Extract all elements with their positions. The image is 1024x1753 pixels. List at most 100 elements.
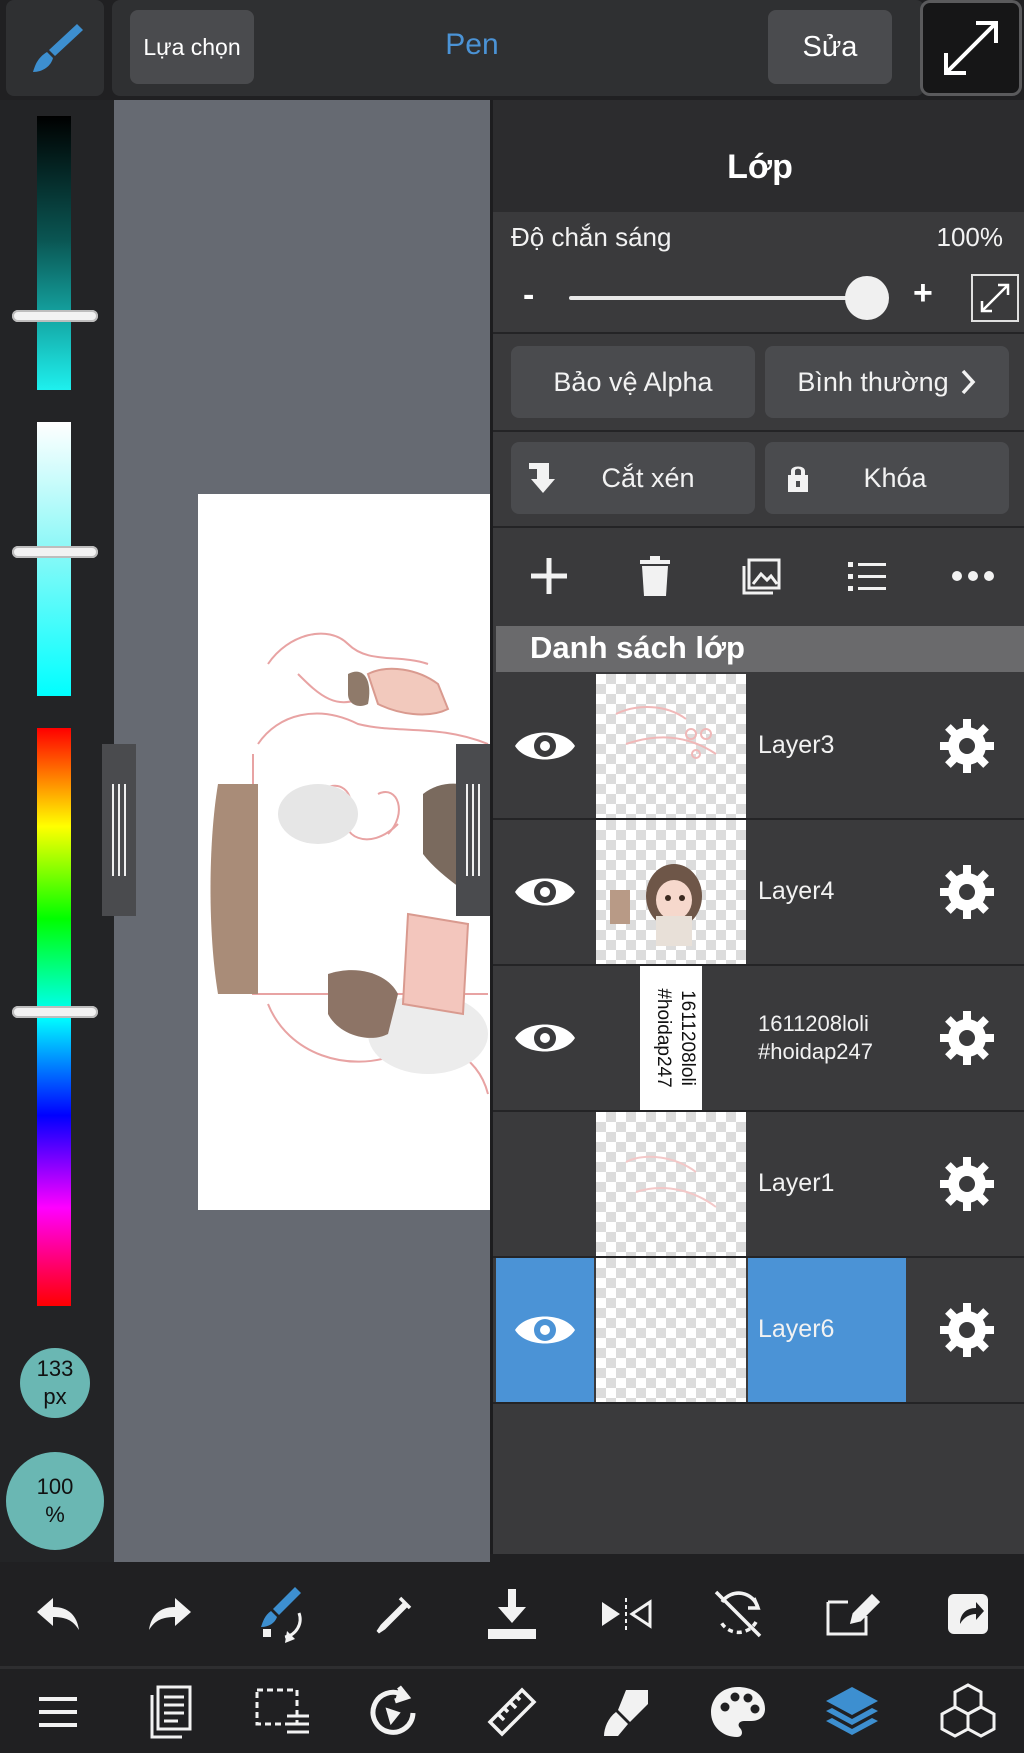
layer-row-layer4[interactable]: Layer4 [496,820,1024,964]
eye-icon [515,1316,575,1344]
eye-icon [515,1024,575,1052]
canvas-edit-icon [826,1593,880,1636]
clipping-arrow-icon [529,463,555,493]
delete-layer-button[interactable] [615,536,695,616]
layer-row-layer1[interactable]: Layer1 [496,1112,1024,1256]
edit-button[interactable]: Sửa [768,10,892,84]
current-tool-name[interactable]: Pen [412,28,532,62]
layers-button-active[interactable] [812,1672,892,1752]
more-options-button[interactable] [933,536,1013,616]
edit-label: Sửa [802,30,858,63]
fill-tool-button[interactable] [586,1672,666,1752]
clipping-label: Cắt xén [601,462,695,493]
opacity-plus-button[interactable]: + [913,274,933,313]
materials-button[interactable] [928,1672,1008,1752]
layer-list-header-label: Danh sách lớp [530,630,745,665]
gear-icon [939,719,994,773]
right-panel-drag-handle[interactable] [456,744,490,916]
download-icon [488,1589,536,1639]
pages-button[interactable] [130,1672,210,1752]
hamburger-menu-icon [39,1697,77,1727]
layer-row-layer3[interactable]: Layer3 [496,674,1024,818]
brush-size-indicator[interactable]: 133 px [20,1348,90,1418]
layer3-thumbnail-art [615,706,717,759]
layer-visibility-toggle[interactable] [496,1112,594,1256]
layer-row-layer6-selected[interactable]: Layer6 [496,1258,1024,1402]
layer-image-button[interactable] [721,536,801,616]
opacity-slider-track[interactable] [569,296,869,300]
hue-slider-handle[interactable] [12,1006,98,1018]
lock-button[interactable]: Khóa [765,442,1009,514]
undo-icon [37,1598,79,1630]
layer-settings-button[interactable] [906,966,1024,1110]
layer-settings-button[interactable] [906,1112,1024,1256]
layer4-thumbnail-art [610,864,702,946]
clipping-button[interactable]: Cắt xén [511,442,755,514]
layer-name: Layer6 [758,1315,835,1343]
select-button[interactable]: Lựa chọn [130,10,254,84]
brush-opacity-indicator[interactable]: 100 % [6,1452,104,1550]
blend-mode-button[interactable]: Bình thường [765,346,1009,418]
saturation-slider[interactable] [37,422,71,696]
opacity-minus-button[interactable]: - [523,276,534,315]
canvas-area[interactable] [102,100,498,1562]
color-palette-button[interactable] [698,1672,778,1752]
left-panel-drag-handle[interactable] [102,744,136,916]
expand-icon [944,21,998,75]
layer-visibility-toggle[interactable] [496,820,594,964]
add-layer-button[interactable] [509,536,589,616]
divider [493,430,1024,432]
eye-icon [515,732,575,760]
opacity-expand-button[interactable] [971,274,1019,322]
top-toolbar-center: Lựa chọn Pen Sửa [112,0,924,96]
layer-settings-button[interactable] [906,1258,1024,1402]
fullscreen-button[interactable] [920,0,1022,96]
ruler-icon [487,1687,537,1737]
transform-tool-button[interactable] [354,1672,434,1752]
alpha-protect-label: Bảo vệ Alpha [553,366,713,397]
selection-tool-button[interactable] [242,1672,322,1752]
text-thumbnail-text: 1611208loli #hoidap247 [653,988,698,1088]
opacity-slider-knob[interactable] [845,276,889,320]
brush-tool-button[interactable] [6,0,104,96]
gear-icon [939,865,994,919]
brush-transform-button[interactable] [242,1574,322,1654]
rotate-canvas-button[interactable] [698,1574,778,1654]
chevron-right-icon [961,369,976,395]
value-slider[interactable] [37,116,71,390]
eyedropper-button[interactable] [354,1574,434,1654]
canvas-paper[interactable] [198,494,498,1210]
share-button[interactable] [928,1574,1008,1654]
plus-icon [531,558,567,594]
ruler-tool-button[interactable] [472,1672,552,1752]
trash-icon [640,556,670,596]
value-slider-handle[interactable] [12,310,98,322]
blend-mode-label: Bình thường [797,366,949,397]
layer-visibility-toggle[interactable] [496,966,594,1110]
save-download-button[interactable] [472,1574,552,1654]
grip-lines-icon [112,784,126,876]
saturation-slider-handle[interactable] [12,546,98,558]
cubes-icon [940,1683,996,1738]
layer-settings-button[interactable] [906,820,1024,964]
layer-visibility-toggle[interactable] [496,1258,594,1402]
menu-button[interactable] [18,1672,98,1752]
brush-icon [33,24,83,72]
alpha-protect-button[interactable]: Bảo vệ Alpha [511,346,755,418]
redo-button[interactable] [130,1574,210,1654]
fill-brush-icon [604,1690,648,1736]
toolbar-divider [0,1666,1024,1669]
edit-canvas-button[interactable] [812,1574,892,1654]
more-dots-icon [952,571,994,581]
layer-thumbnail [596,674,746,818]
brush-opacity-value: 100 [36,1474,74,1499]
layers-icon [826,1687,878,1735]
layer-list-button[interactable] [827,536,907,616]
layer-visibility-toggle[interactable] [496,674,594,818]
expand-icon [980,283,1010,313]
undo-button[interactable] [18,1574,98,1654]
flip-button[interactable] [586,1574,666,1654]
layer-settings-button[interactable] [906,674,1024,818]
layer-row-text[interactable]: 1611208loli #hoidap247 1611208loli #hoid… [496,966,1024,1110]
brush-rotate-icon [261,1587,302,1643]
